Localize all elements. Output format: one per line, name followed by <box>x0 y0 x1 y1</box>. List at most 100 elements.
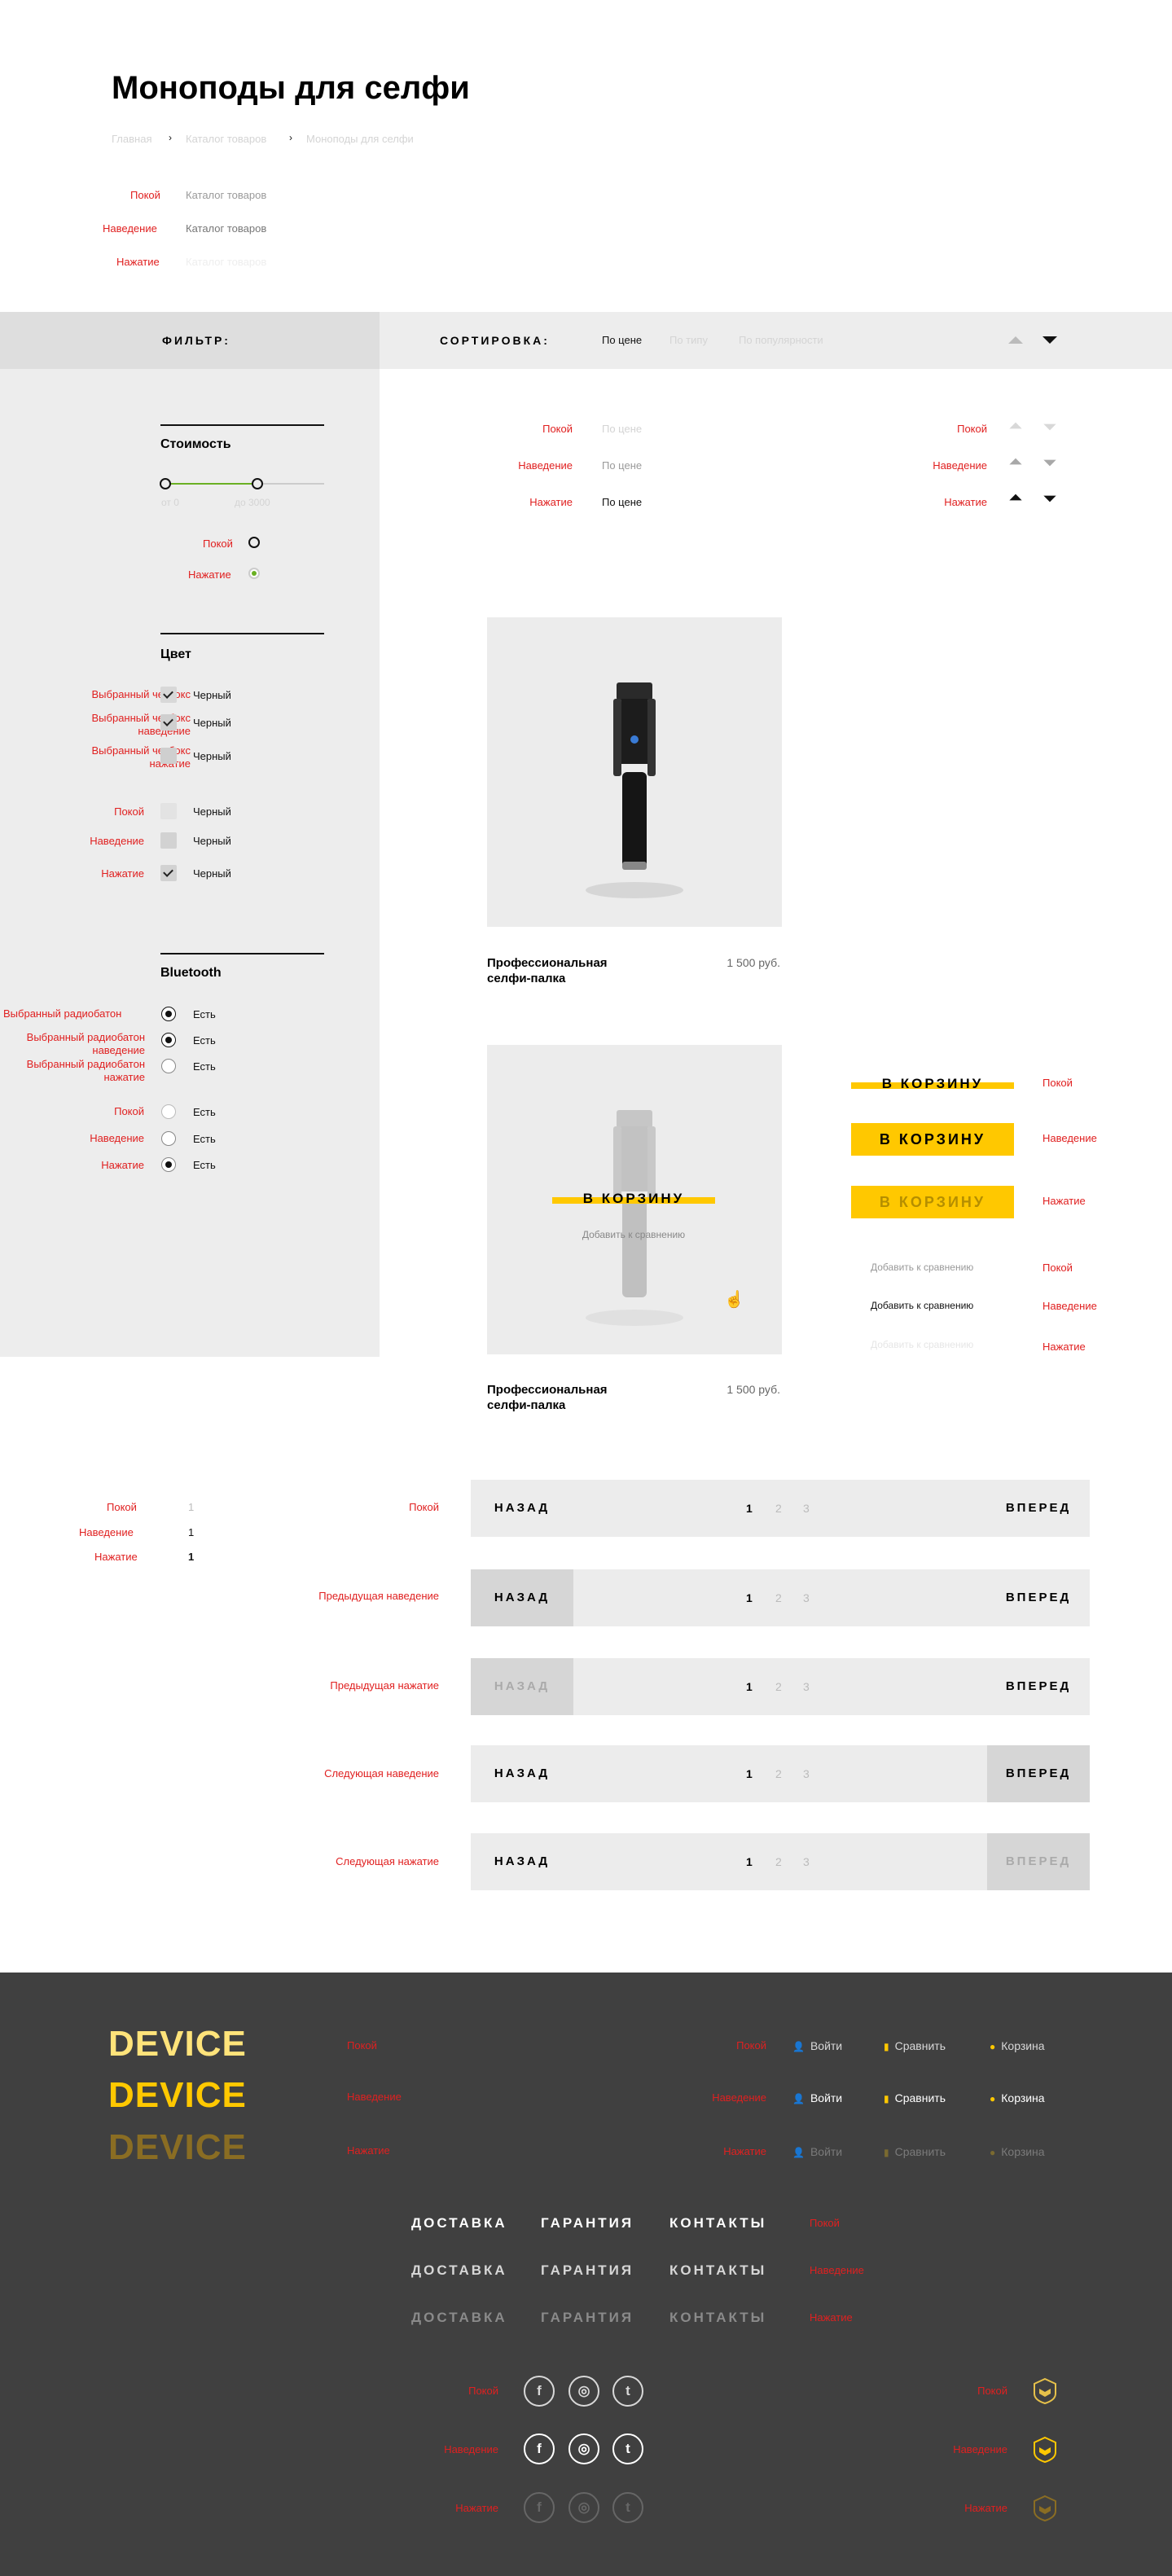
sort-option-price[interactable]: По цене <box>602 334 642 346</box>
add-to-cart-button[interactable]: В КОРЗИНУ <box>552 1191 715 1207</box>
compare-link[interactable]: ▮ Сравнить <box>884 2039 946 2052</box>
logo-hover[interactable]: DEVICE <box>108 2075 247 2116</box>
pagination-forward[interactable]: ВПЕРЕД <box>987 1480 1090 1537</box>
cart-button-press[interactable]: В КОРЗИНУ <box>851 1186 1014 1218</box>
footer-nav-contacts[interactable]: КОНТАКТЫ <box>669 2310 766 2326</box>
login-link[interactable]: 👤 Войти <box>792 2145 842 2158</box>
compare-link[interactable]: ▮ Сравнить <box>884 2145 946 2158</box>
sort-desc-icon[interactable] <box>1043 423 1056 431</box>
color-checkbox[interactable] <box>160 748 177 764</box>
logo-press[interactable]: DEVICE <box>108 2127 247 2168</box>
login-link[interactable]: 👤 Войти <box>792 2039 842 2052</box>
sort-asc-icon[interactable] <box>1009 458 1022 465</box>
page-3[interactable]: 3 <box>803 1833 810 1890</box>
bluetooth-radio[interactable] <box>161 1033 176 1047</box>
page-2[interactable]: 2 <box>775 1833 782 1890</box>
sort-option-type[interactable]: По типу <box>669 334 708 346</box>
page-1[interactable]: 1 <box>746 1569 753 1626</box>
login-link[interactable]: 👤 Войти <box>792 2091 842 2104</box>
page-number-press[interactable]: 1 <box>188 1551 194 1563</box>
page-2[interactable]: 2 <box>775 1658 782 1715</box>
breadcrumb-catalog[interactable]: Каталог товаров <box>186 133 266 145</box>
breadcrumb-demo-press[interactable]: Каталог товаров <box>186 256 266 268</box>
sort-desc-icon[interactable] <box>1043 336 1057 344</box>
page-3[interactable]: 3 <box>803 1745 810 1802</box>
page-number-hover[interactable]: 1 <box>188 1526 194 1538</box>
breadcrumb-demo-rest[interactable]: Каталог товаров <box>186 189 266 201</box>
product-card-image-hover[interactable]: В КОРЗИНУ Добавить к сравнению ☝ <box>487 1045 782 1354</box>
cart-link[interactable]: ● Корзина <box>990 2145 1045 2158</box>
page-1[interactable]: 1 <box>746 1833 753 1890</box>
sort-desc-icon[interactable] <box>1043 495 1056 502</box>
page-3[interactable]: 3 <box>803 1658 810 1715</box>
price-max-handle[interactable] <box>252 478 263 489</box>
product-card-image[interactable] <box>487 617 782 927</box>
cart-button-rest[interactable]: В КОРЗИНУ <box>851 1076 1014 1092</box>
footer-nav-warranty[interactable]: ГАРАНТИЯ <box>541 2215 634 2232</box>
sort-asc-icon[interactable] <box>1009 494 1022 501</box>
sort-asc-icon[interactable] <box>1008 336 1023 344</box>
page-2[interactable]: 2 <box>775 1569 782 1626</box>
sort-option-popularity[interactable]: По популярности <box>739 334 823 346</box>
pagination-back[interactable]: НАЗАД <box>471 1745 573 1802</box>
compare-link-press[interactable]: Добавить к сравнению <box>871 1339 973 1350</box>
handle-demo-press[interactable] <box>248 568 260 579</box>
handle-demo-rest[interactable] <box>248 537 260 548</box>
color-checkbox[interactable] <box>160 803 177 819</box>
pagination-forward[interactable]: ВПЕРЕД <box>987 1833 1090 1890</box>
color-checkbox[interactable] <box>160 714 177 731</box>
compare-link-rest[interactable]: Добавить к сравнению <box>871 1262 973 1273</box>
product-name[interactable]: Профессиональная селфи-палка <box>487 1382 650 1413</box>
facebook-icon[interactable]: f <box>524 2376 555 2407</box>
bluetooth-radio[interactable] <box>161 1157 176 1172</box>
page-1[interactable]: 1 <box>746 1745 753 1802</box>
bluetooth-radio[interactable] <box>161 1131 176 1146</box>
color-checkbox[interactable] <box>160 687 177 703</box>
page-2[interactable]: 2 <box>775 1480 782 1537</box>
pagination-back[interactable]: НАЗАД <box>471 1833 573 1890</box>
price-min-handle[interactable] <box>160 478 171 489</box>
twitter-icon[interactable]: t <box>612 2433 643 2464</box>
bluetooth-radio[interactable] <box>161 1007 176 1021</box>
cart-link[interactable]: ● Корзина <box>990 2039 1045 2052</box>
instagram-icon[interactable]: ◎ <box>568 2376 599 2407</box>
bluetooth-radio[interactable] <box>161 1104 176 1119</box>
footer-nav-warranty[interactable]: ГАРАНТИЯ <box>541 2310 634 2326</box>
sort-asc-icon[interactable] <box>1009 422 1022 429</box>
page-2[interactable]: 2 <box>775 1745 782 1802</box>
footer-nav-contacts[interactable]: КОНТАКТЫ <box>669 2262 766 2279</box>
cart-button-hover[interactable]: В КОРЗИНУ <box>851 1123 1014 1156</box>
instagram-icon[interactable]: ◎ <box>568 2433 599 2464</box>
footer-nav-warranty[interactable]: ГАРАНТИЯ <box>541 2262 634 2279</box>
pagination-forward[interactable]: ВПЕРЕД <box>987 1569 1090 1626</box>
pagination-forward[interactable]: ВПЕРЕД <box>987 1745 1090 1802</box>
pagination-back[interactable]: НАЗАД <box>471 1658 573 1715</box>
product-name[interactable]: Профессиональная селфи-палка <box>487 955 650 986</box>
logo-rest[interactable]: DEVICE <box>108 2024 247 2065</box>
sort-desc-icon[interactable] <box>1043 459 1056 467</box>
footer-nav-delivery[interactable]: ДОСТАВКА <box>411 2310 507 2326</box>
breadcrumb-demo-hover[interactable]: Каталог товаров <box>186 222 266 235</box>
instagram-icon[interactable]: ◎ <box>568 2492 599 2523</box>
page-1[interactable]: 1 <box>746 1480 753 1537</box>
footer-nav-delivery[interactable]: ДОСТАВКА <box>411 2215 507 2232</box>
add-to-compare-link[interactable]: Добавить к сравнению <box>552 1229 715 1240</box>
footer-nav-contacts[interactable]: КОНТАКТЫ <box>669 2215 766 2232</box>
page-1[interactable]: 1 <box>746 1658 753 1715</box>
twitter-icon[interactable]: t <box>612 2376 643 2407</box>
footer-nav-delivery[interactable]: ДОСТАВКА <box>411 2262 507 2279</box>
page-3[interactable]: 3 <box>803 1569 810 1626</box>
color-checkbox[interactable] <box>160 865 177 881</box>
shield-icon[interactable] <box>1033 2377 1057 2405</box>
pagination-back[interactable]: НАЗАД <box>471 1480 573 1537</box>
facebook-icon[interactable]: f <box>524 2433 555 2464</box>
sort-demo-rest[interactable]: По цене <box>602 423 642 435</box>
pagination-back[interactable]: НАЗАД <box>471 1569 573 1626</box>
compare-link-hover[interactable]: Добавить к сравнению <box>871 1300 973 1311</box>
page-3[interactable]: 3 <box>803 1480 810 1537</box>
facebook-icon[interactable]: f <box>524 2492 555 2523</box>
page-number-rest[interactable]: 1 <box>188 1501 194 1513</box>
bluetooth-radio[interactable] <box>161 1059 176 1073</box>
twitter-icon[interactable]: t <box>612 2492 643 2523</box>
compare-link[interactable]: ▮ Сравнить <box>884 2091 946 2104</box>
